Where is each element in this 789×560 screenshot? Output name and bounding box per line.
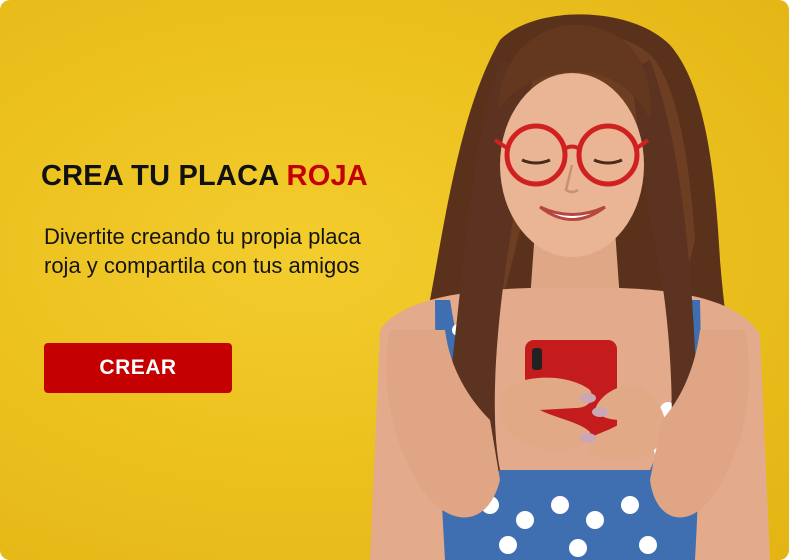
hero-photo	[350, 0, 789, 560]
description: Divertite creando tu propia placa roja y…	[44, 224, 361, 278]
headline-main: CREA TU PLACA	[41, 160, 287, 192]
promo-banner: CREA TU PLACA ROJA Divertite creando tu …	[0, 0, 789, 560]
headline: CREA TU PLACA ROJA	[41, 160, 368, 193]
crear-button[interactable]: CREAR	[44, 343, 232, 393]
woman-with-phone-icon	[370, 14, 770, 560]
